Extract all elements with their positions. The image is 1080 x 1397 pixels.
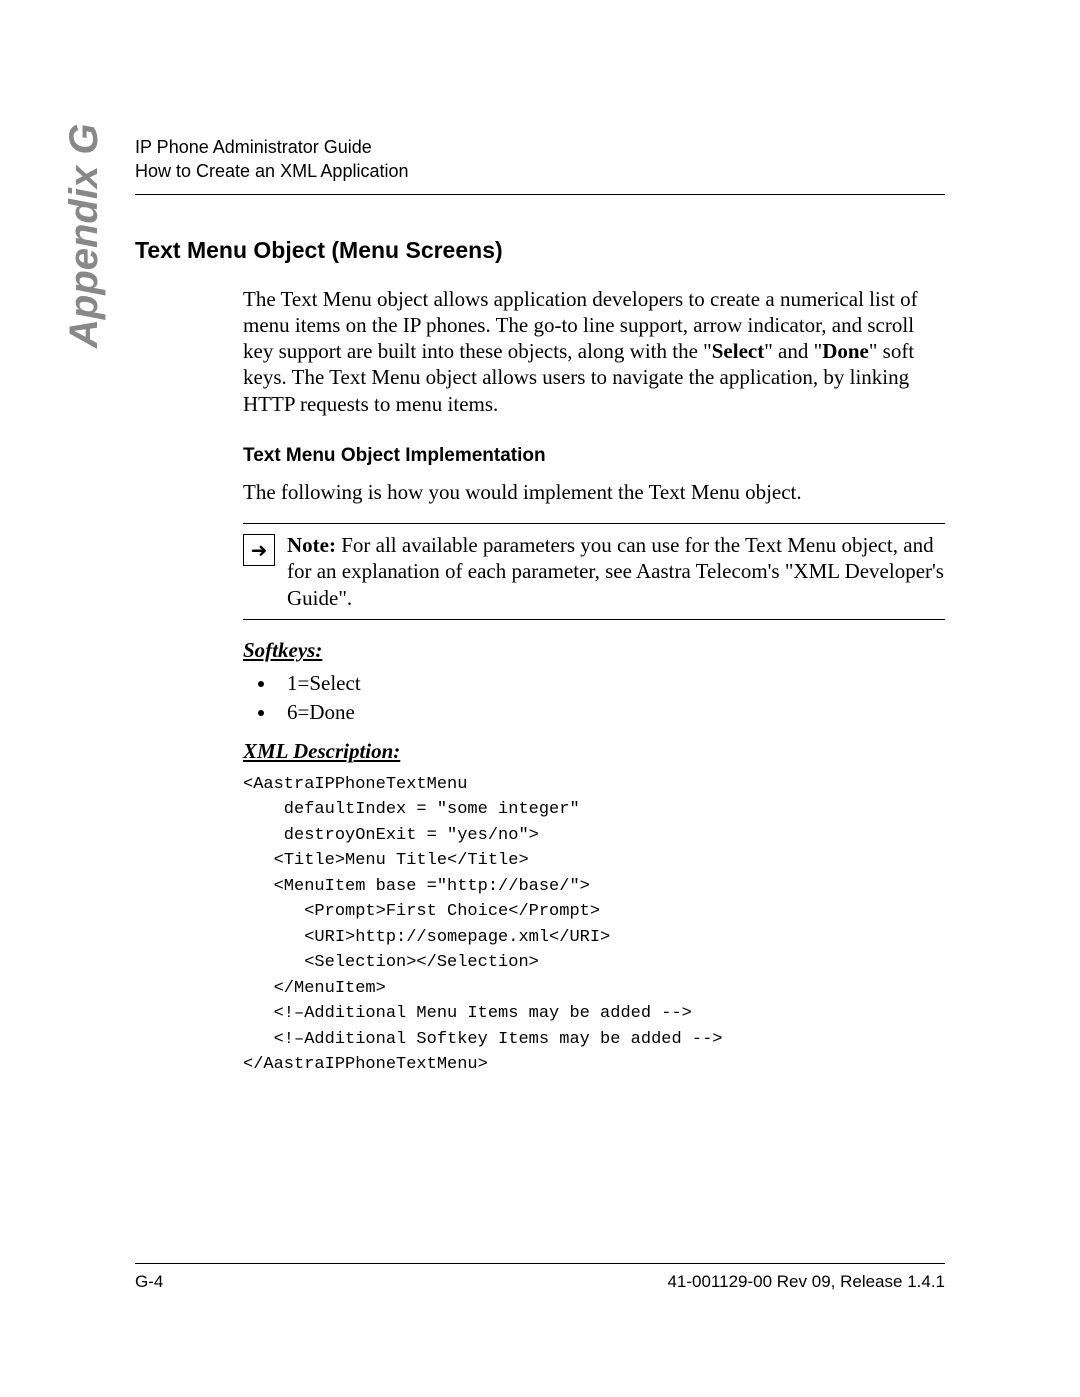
implementation-paragraph: The following is how you would implement…	[243, 479, 945, 505]
xml-description-heading: XML Description:	[243, 739, 945, 764]
xml-code-block: <AastraIPPhoneTextMenu defaultIndex = "s…	[243, 772, 945, 1078]
page: IP Phone Administrator Guide How to Crea…	[0, 0, 1080, 1397]
section-title: Text Menu Object (Menu Screens)	[135, 237, 945, 264]
list-item: 1=Select	[277, 671, 945, 696]
intro-paragraph: The Text Menu object allows application …	[243, 286, 945, 417]
page-header: IP Phone Administrator Guide How to Crea…	[135, 135, 945, 195]
header-line-1: IP Phone Administrator Guide	[135, 135, 945, 159]
appendix-tab: Appendix G	[62, 124, 107, 348]
note-box: ➜ Note: For all available parameters you…	[243, 523, 945, 620]
note-label: Note:	[287, 533, 336, 557]
list-item: 6=Done	[277, 700, 945, 725]
footer-doc-id: 41-001129-00 Rev 09, Release 1.4.1	[667, 1272, 945, 1292]
intro-text-2: " and "	[764, 339, 822, 363]
note-body: For all available parameters you can use…	[287, 533, 944, 610]
body: The Text Menu object allows application …	[243, 286, 945, 1078]
arrow-right-icon: ➜	[243, 534, 275, 566]
footer-page-number: G-4	[135, 1272, 163, 1292]
implementation-heading: Text Menu Object Implementation	[243, 445, 945, 467]
softkeys-list: 1=Select 6=Done	[243, 671, 945, 725]
intro-bold-select: Select	[712, 339, 764, 363]
note-text: Note: For all available parameters you c…	[287, 532, 945, 611]
softkeys-heading: Softkeys:	[243, 638, 945, 663]
page-footer: G-4 41-001129-00 Rev 09, Release 1.4.1	[135, 1263, 945, 1292]
intro-bold-done: Done	[822, 339, 869, 363]
header-line-2: How to Create an XML Application	[135, 159, 945, 183]
